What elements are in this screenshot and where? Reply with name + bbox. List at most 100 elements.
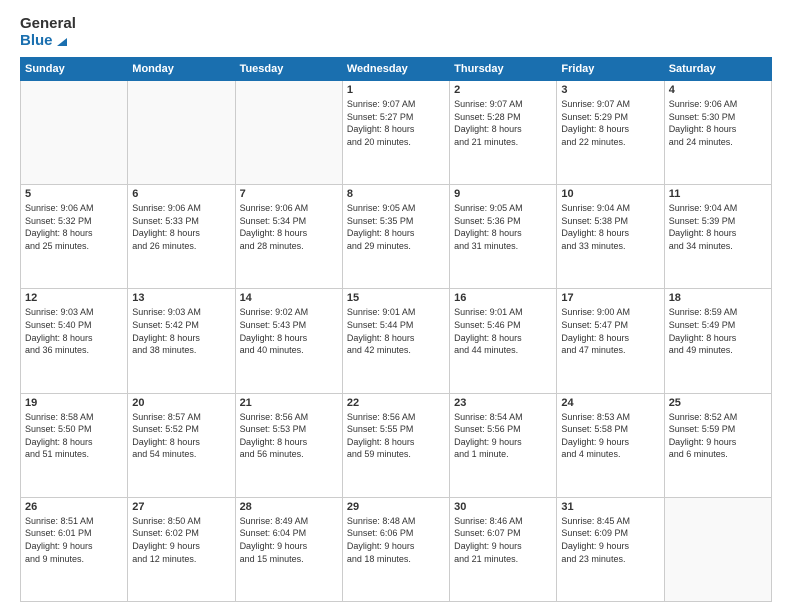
calendar-cell: 14 Sunrise: 9:02 AM Sunset: 5:43 PM Dayli… <box>235 289 342 393</box>
calendar-cell: 12 Sunrise: 9:03 AM Sunset: 5:40 PM Dayli… <box>21 289 128 393</box>
col-header-thursday: Thursday <box>450 58 557 81</box>
calendar-cell: 31Sunrise: 8:45 AM Sunset: 6:09 PM Dayli… <box>557 497 664 601</box>
calendar-cell: 16Sunrise: 9:01 AM Sunset: 5:46 PM Dayli… <box>450 289 557 393</box>
week-row-3: 12 Sunrise: 9:03 AM Sunset: 5:40 PM Dayli… <box>21 289 772 393</box>
col-header-sunday: Sunday <box>21 58 128 81</box>
day-number: 23 <box>454 397 552 409</box>
day-number: 29 <box>347 501 445 513</box>
week-row-5: 26 Sunrise: 8:51 AM Sunset: 6:01 PM Dayli… <box>21 497 772 601</box>
day-number: 18 <box>669 292 767 304</box>
day-number: 30 <box>454 501 552 513</box>
day-number: 13 <box>132 292 230 304</box>
day-number: 11 <box>669 188 767 200</box>
day-info: Sunrise: 8:51 AM Sunset: 6:01 PM Dayligh… <box>25 515 123 565</box>
calendar-cell <box>235 81 342 185</box>
day-number: 6 <box>132 188 230 200</box>
day-number: 21 <box>240 397 338 409</box>
day-info: Sunrise: 8:46 AM Sunset: 6:07 PM Dayligh… <box>454 515 552 565</box>
day-number: 5 <box>25 188 123 200</box>
week-row-1: 1 Sunrise: 9:07 AM Sunset: 5:27 PM Daylig… <box>21 81 772 185</box>
col-header-monday: Monday <box>128 58 235 81</box>
calendar-cell: 11 Sunrise: 9:04 AM Sunset: 5:39 PM Dayli… <box>664 185 771 289</box>
day-number: 4 <box>669 84 767 96</box>
day-number: 1 <box>347 84 445 96</box>
day-number: 26 <box>25 501 123 513</box>
day-info: Sunrise: 9:01 AM Sunset: 5:44 PM Dayligh… <box>347 306 445 356</box>
calendar-cell: 1 Sunrise: 9:07 AM Sunset: 5:27 PM Daylig… <box>342 81 449 185</box>
calendar-cell: 17 Sunrise: 9:00 AM Sunset: 5:47 PM Dayli… <box>557 289 664 393</box>
day-number: 31 <box>561 501 659 513</box>
calendar-cell: 3 Sunrise: 9:07 AM Sunset: 5:29 PM Daylig… <box>557 81 664 185</box>
calendar-cell: 23Sunrise: 8:54 AM Sunset: 5:56 PM Dayli… <box>450 393 557 497</box>
day-number: 3 <box>561 84 659 96</box>
day-info: Sunrise: 9:06 AM Sunset: 5:34 PM Dayligh… <box>240 202 338 252</box>
calendar-cell: 19Sunrise: 8:58 AM Sunset: 5:50 PM Dayli… <box>21 393 128 497</box>
day-number: 14 <box>240 292 338 304</box>
day-info: Sunrise: 8:49 AM Sunset: 6:04 PM Dayligh… <box>240 515 338 565</box>
day-number: 8 <box>347 188 445 200</box>
calendar-cell: 20 Sunrise: 8:57 AM Sunset: 5:52 PM Dayli… <box>128 393 235 497</box>
day-info: Sunrise: 8:53 AM Sunset: 5:58 PM Dayligh… <box>561 411 659 461</box>
day-number: 24 <box>561 397 659 409</box>
day-info: Sunrise: 9:06 AM Sunset: 5:33 PM Dayligh… <box>132 202 230 252</box>
calendar-cell: 2 Sunrise: 9:07 AM Sunset: 5:28 PM Daylig… <box>450 81 557 185</box>
day-info: Sunrise: 9:04 AM Sunset: 5:38 PM Dayligh… <box>561 202 659 252</box>
logo-general: General <box>20 16 76 33</box>
day-info: Sunrise: 9:05 AM Sunset: 5:36 PM Dayligh… <box>454 202 552 252</box>
day-number: 22 <box>347 397 445 409</box>
calendar-header-row: SundayMondayTuesdayWednesdayThursdayFrid… <box>21 58 772 81</box>
day-number: 17 <box>561 292 659 304</box>
day-info: Sunrise: 9:04 AM Sunset: 5:39 PM Dayligh… <box>669 202 767 252</box>
calendar-cell: 24 Sunrise: 8:53 AM Sunset: 5:58 PM Dayli… <box>557 393 664 497</box>
day-number: 20 <box>132 397 230 409</box>
day-info: Sunrise: 9:03 AM Sunset: 5:42 PM Dayligh… <box>132 306 230 356</box>
day-info: Sunrise: 9:02 AM Sunset: 5:43 PM Dayligh… <box>240 306 338 356</box>
day-info: Sunrise: 9:00 AM Sunset: 5:47 PM Dayligh… <box>561 306 659 356</box>
day-info: Sunrise: 9:07 AM Sunset: 5:27 PM Dayligh… <box>347 98 445 148</box>
calendar-cell: 7 Sunrise: 9:06 AM Sunset: 5:34 PM Daylig… <box>235 185 342 289</box>
day-number: 12 <box>25 292 123 304</box>
day-info: Sunrise: 8:52 AM Sunset: 5:59 PM Dayligh… <box>669 411 767 461</box>
day-number: 28 <box>240 501 338 513</box>
day-info: Sunrise: 9:06 AM Sunset: 5:30 PM Dayligh… <box>669 98 767 148</box>
week-row-2: 5 Sunrise: 9:06 AM Sunset: 5:32 PM Daylig… <box>21 185 772 289</box>
col-header-wednesday: Wednesday <box>342 58 449 81</box>
day-info: Sunrise: 8:56 AM Sunset: 5:53 PM Dayligh… <box>240 411 338 461</box>
col-header-tuesday: Tuesday <box>235 58 342 81</box>
calendar-cell: 8 Sunrise: 9:05 AM Sunset: 5:35 PM Daylig… <box>342 185 449 289</box>
day-number: 16 <box>454 292 552 304</box>
calendar-table: SundayMondayTuesdayWednesdayThursdayFrid… <box>20 57 772 602</box>
calendar-cell: 13 Sunrise: 9:03 AM Sunset: 5:42 PM Dayli… <box>128 289 235 393</box>
calendar-cell <box>128 81 235 185</box>
logo-blue-row: Blue <box>20 33 76 50</box>
logo: General Blue <box>20 16 76 49</box>
calendar-cell: 27 Sunrise: 8:50 AM Sunset: 6:02 PM Dayli… <box>128 497 235 601</box>
calendar-cell: 10Sunrise: 9:04 AM Sunset: 5:38 PM Dayli… <box>557 185 664 289</box>
day-number: 19 <box>25 397 123 409</box>
calendar-cell: 6 Sunrise: 9:06 AM Sunset: 5:33 PM Daylig… <box>128 185 235 289</box>
day-info: Sunrise: 9:06 AM Sunset: 5:32 PM Dayligh… <box>25 202 123 252</box>
day-number: 7 <box>240 188 338 200</box>
day-info: Sunrise: 9:03 AM Sunset: 5:40 PM Dayligh… <box>25 306 123 356</box>
calendar-cell: 5 Sunrise: 9:06 AM Sunset: 5:32 PM Daylig… <box>21 185 128 289</box>
day-number: 15 <box>347 292 445 304</box>
day-info: Sunrise: 9:07 AM Sunset: 5:28 PM Dayligh… <box>454 98 552 148</box>
week-row-4: 19Sunrise: 8:58 AM Sunset: 5:50 PM Dayli… <box>21 393 772 497</box>
calendar-cell: 4 Sunrise: 9:06 AM Sunset: 5:30 PM Daylig… <box>664 81 771 185</box>
day-info: Sunrise: 9:05 AM Sunset: 5:35 PM Dayligh… <box>347 202 445 252</box>
calendar-cell <box>21 81 128 185</box>
calendar-cell: 25Sunrise: 8:52 AM Sunset: 5:59 PM Dayli… <box>664 393 771 497</box>
calendar-cell: 30 Sunrise: 8:46 AM Sunset: 6:07 PM Dayli… <box>450 497 557 601</box>
day-number: 27 <box>132 501 230 513</box>
day-info: Sunrise: 8:57 AM Sunset: 5:52 PM Dayligh… <box>132 411 230 461</box>
logo-text: General Blue <box>20 16 76 49</box>
day-info: Sunrise: 8:50 AM Sunset: 6:02 PM Dayligh… <box>132 515 230 565</box>
page-header: General Blue <box>20 16 772 49</box>
calendar-cell: 18Sunrise: 8:59 AM Sunset: 5:49 PM Dayli… <box>664 289 771 393</box>
calendar-cell: 29 Sunrise: 8:48 AM Sunset: 6:06 PM Dayli… <box>342 497 449 601</box>
day-info: Sunrise: 9:07 AM Sunset: 5:29 PM Dayligh… <box>561 98 659 148</box>
col-header-friday: Friday <box>557 58 664 81</box>
day-number: 2 <box>454 84 552 96</box>
day-info: Sunrise: 8:48 AM Sunset: 6:06 PM Dayligh… <box>347 515 445 565</box>
day-info: Sunrise: 8:56 AM Sunset: 5:55 PM Dayligh… <box>347 411 445 461</box>
